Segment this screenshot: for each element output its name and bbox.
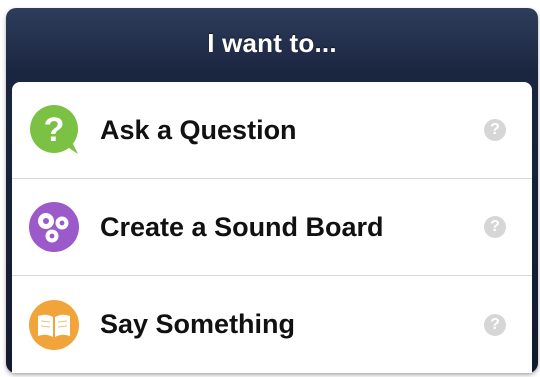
help-icon[interactable]: ? — [484, 119, 506, 141]
action-list: ? Ask a Question ? Create a Sound Board … — [12, 82, 532, 373]
help-icon[interactable]: ? — [484, 216, 506, 238]
svg-text:?: ? — [44, 111, 65, 149]
popover-title: I want to... — [207, 27, 337, 58]
open-book-icon — [28, 299, 80, 351]
menu-item-label: Ask a Question — [100, 114, 297, 145]
screen: I want to... ? Ask a Question ? Create a… — [0, 0, 540, 377]
sound-board-icon — [28, 201, 80, 253]
menu-item-ask-question[interactable]: ? Ask a Question ? — [12, 82, 532, 179]
action-popover: I want to... ? Ask a Question ? Create a… — [6, 8, 538, 373]
question-bubble-icon: ? — [28, 104, 80, 156]
popover-title-bar: I want to... — [6, 8, 538, 78]
menu-item-label: Say Something — [100, 309, 296, 339]
menu-item-say-something[interactable]: Say Something ? — [12, 276, 532, 373]
menu-item-create-sound-board[interactable]: Create a Sound Board ? — [12, 179, 532, 276]
help-icon[interactable]: ? — [484, 313, 506, 336]
menu-item-label: Create a Sound Board — [100, 211, 384, 242]
